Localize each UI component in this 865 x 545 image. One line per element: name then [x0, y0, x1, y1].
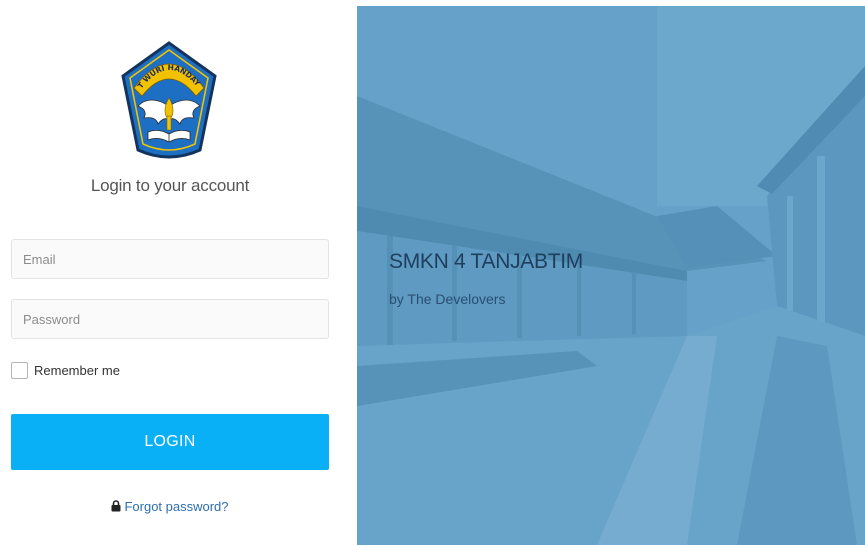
remember-me-label: Remember me — [34, 363, 120, 378]
school-name: SMKN 4 TANJABTIM — [389, 250, 583, 273]
login-panel: TUT WURI HANDAYANI Login to your account… — [0, 0, 357, 545]
forgot-password-link[interactable]: Forgot password? — [0, 499, 340, 514]
password-input[interactable] — [11, 299, 329, 339]
remember-me-option[interactable]: Remember me — [11, 362, 120, 379]
lock-icon — [111, 500, 121, 512]
school-logo: TUT WURI HANDAYANI — [120, 40, 217, 159]
email-input[interactable] — [11, 239, 329, 279]
forgot-password-label: Forgot password? — [124, 499, 229, 514]
login-button[interactable]: LOGIN — [11, 414, 329, 470]
hero-byline: by The Develovers — [389, 291, 506, 307]
remember-me-checkbox[interactable] — [11, 362, 28, 379]
hero-overlay — [357, 6, 865, 545]
login-page: TUT WURI HANDAYANI Login to your account… — [0, 0, 865, 545]
login-title: Login to your account — [90, 176, 250, 195]
hero-panel: SMKN 4 TANJABTIM by The Develovers — [357, 6, 865, 545]
